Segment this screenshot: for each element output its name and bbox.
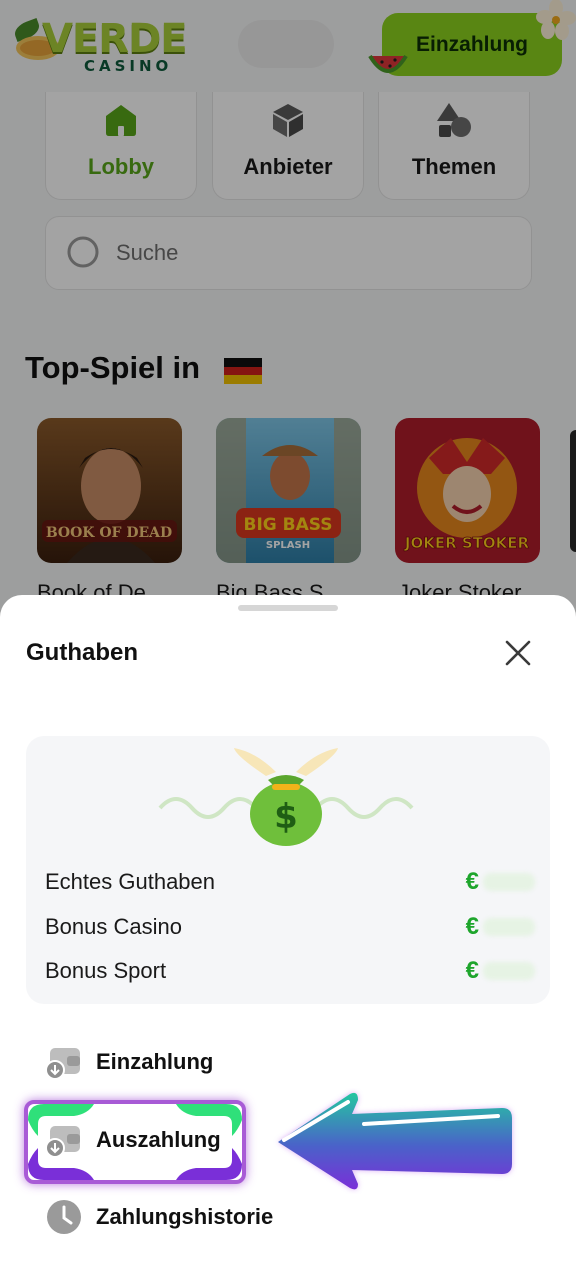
wallet-deposit-icon (44, 1042, 84, 1082)
close-icon (505, 640, 531, 666)
balance-row-bonus-sport: Bonus Sport € (45, 957, 535, 985)
balance-value-blurred (483, 873, 535, 891)
sheet-title: Guthaben (26, 639, 138, 666)
menu-label-payment-history: Zahlungshistorie (96, 1204, 274, 1229)
balance-label-bonus-sport: Bonus Sport (45, 958, 167, 983)
currency-symbol: € (465, 957, 479, 984)
balance-card: $ Echtes Guthaben € Bonus Casino € Bonus… (26, 736, 550, 1004)
clock-icon (44, 1197, 84, 1237)
money-bag-icon: $ (158, 748, 414, 846)
menu-item-deposit[interactable]: Einzahlung (44, 1040, 213, 1084)
highlight-corners (28, 1104, 242, 1180)
balance-row-bonus-casino: Bonus Casino € (45, 913, 535, 941)
balance-row-real: Echtes Guthaben € (45, 868, 535, 896)
svg-text:$: $ (274, 797, 298, 837)
balance-value-blurred (483, 918, 535, 936)
menu-item-payment-history[interactable]: Zahlungshistorie (44, 1195, 273, 1239)
close-button[interactable] (500, 635, 536, 671)
sheet-drag-handle[interactable] (238, 605, 338, 611)
currency-symbol: € (465, 913, 479, 940)
menu-label-deposit: Einzahlung (96, 1049, 214, 1074)
balance-value-blurred (483, 962, 535, 980)
pointer-arrow-icon (278, 1092, 512, 1190)
highlight-frame (24, 1100, 246, 1184)
balance-label-real: Echtes Guthaben (45, 869, 216, 894)
currency-symbol: € (465, 868, 479, 895)
balance-label-bonus-casino: Bonus Casino (45, 914, 182, 939)
